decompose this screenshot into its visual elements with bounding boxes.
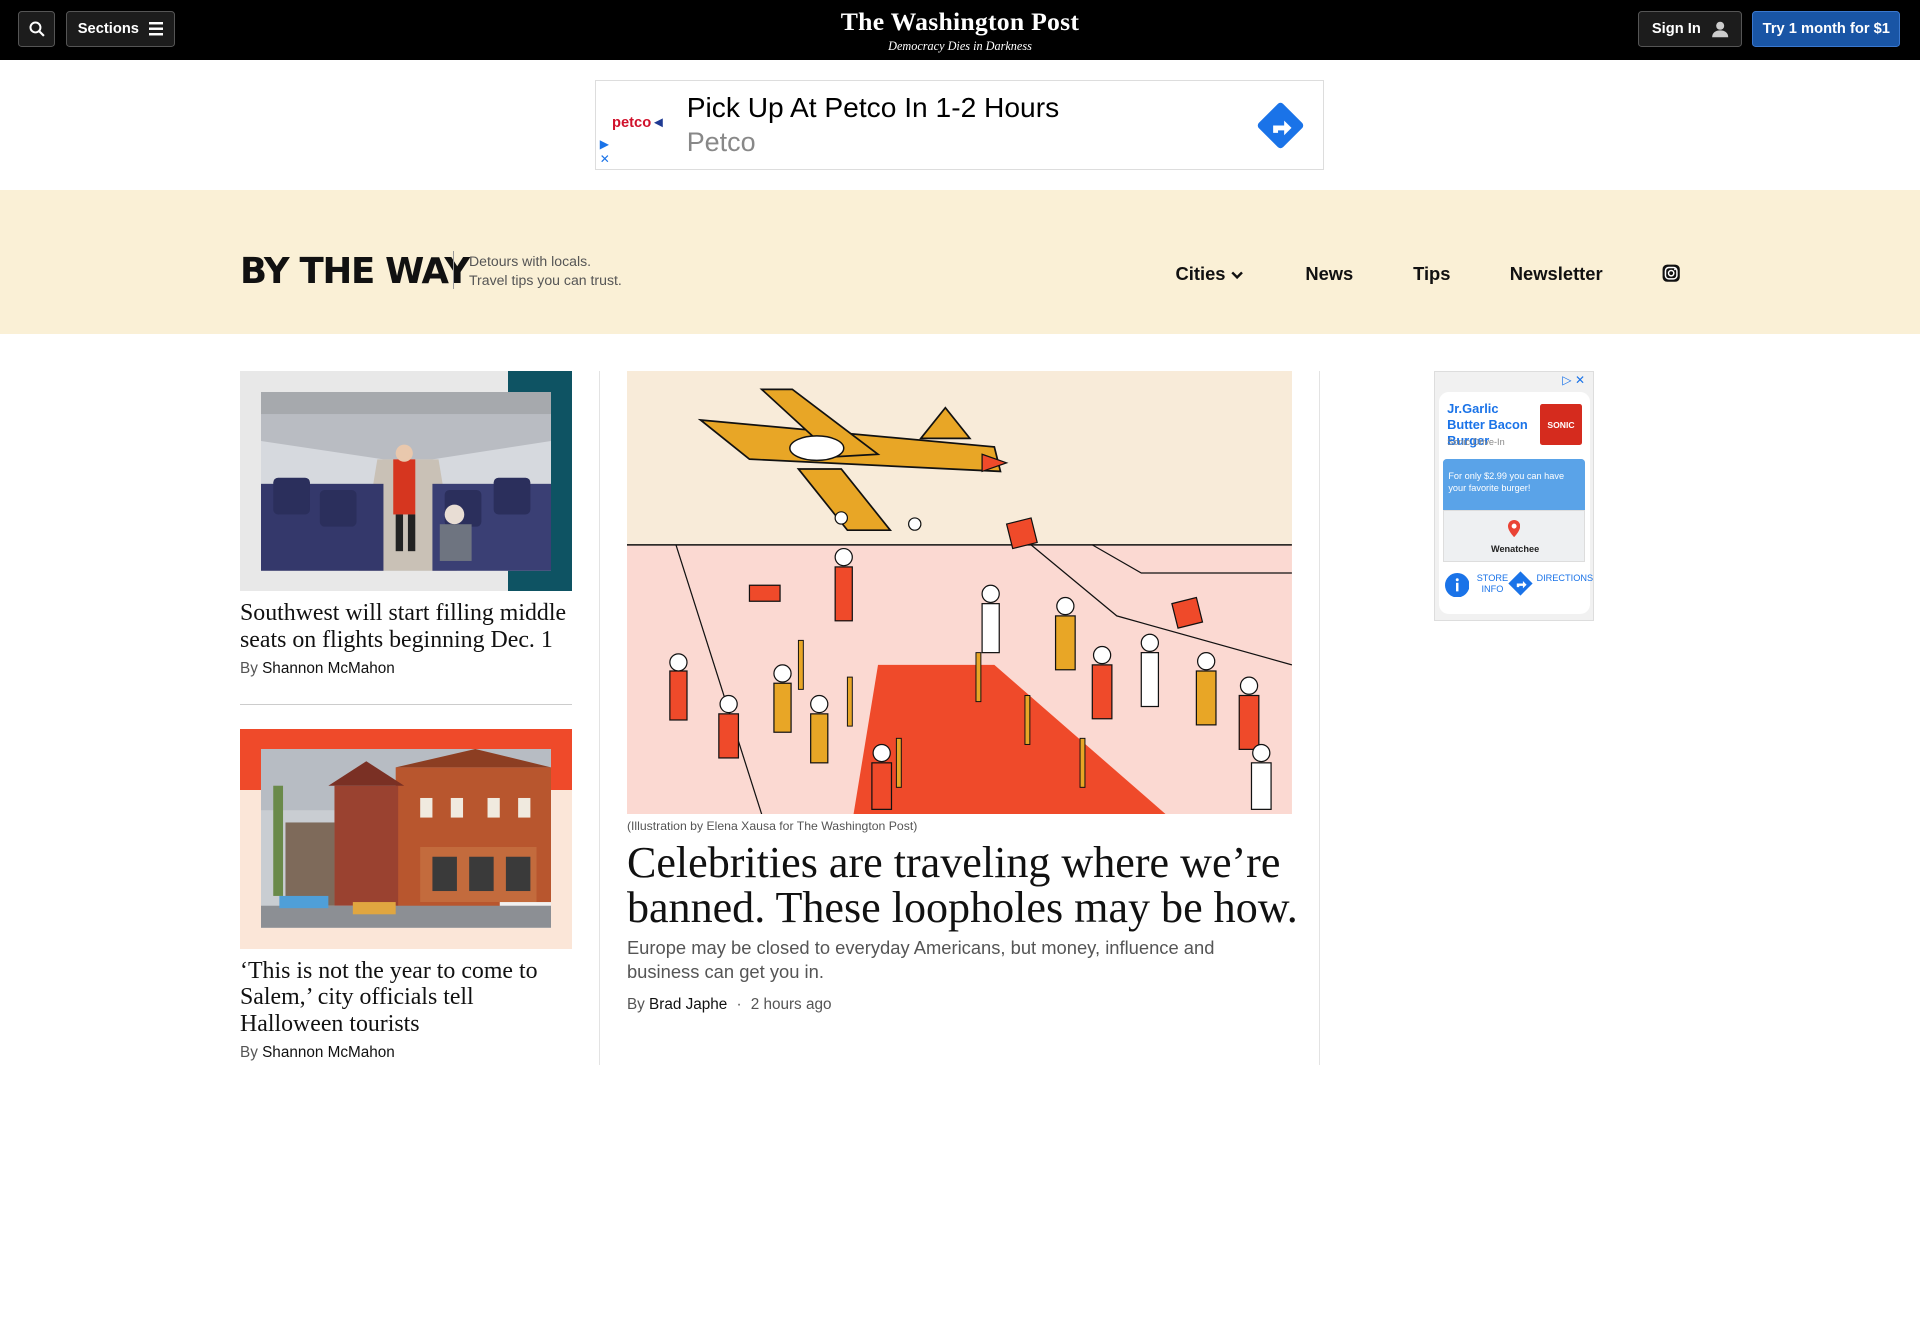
ad-source: Sonic Drive-In xyxy=(1447,436,1505,447)
column-divider-right xyxy=(1318,371,1320,1066)
user-icon xyxy=(1711,21,1728,37)
byline-southwest: By Shannon McMahon xyxy=(240,660,395,678)
site-motto: Democracy Dies in Darkness xyxy=(888,38,1032,53)
hero-illustration[interactable] xyxy=(626,371,1292,815)
nav-newsletter[interactable]: Newsletter xyxy=(1510,263,1603,285)
hero-byline: By Brad Japhe · 2 hours ago xyxy=(627,996,832,1014)
ad-choices-icon[interactable]: ▷ ✕ xyxy=(1562,373,1585,387)
nav-tips[interactable]: Tips xyxy=(1413,263,1450,285)
byline-salem: By Shannon McMahon xyxy=(240,1044,395,1062)
author-link[interactable]: Brad Japhe xyxy=(649,996,727,1013)
hero-caption: (Illustration by Elena Xausa for The Was… xyxy=(626,819,918,834)
directions-link[interactable]: DIRECTIONS xyxy=(1537,573,1594,584)
map-city-label: Wenatchee xyxy=(1490,544,1540,555)
instagram-icon[interactable] xyxy=(1662,264,1680,283)
store-info-link[interactable]: STORE INFO xyxy=(1474,573,1511,595)
side-advertisement[interactable]: ▷ ✕ Jr.Garlic Butter Bacon Burger Sonic … xyxy=(1433,371,1595,621)
masthead: The Washington Post Democracy Dies in Da… xyxy=(0,7,1920,53)
ad-choices-icon[interactable]: ▶ ✕ xyxy=(600,137,610,166)
salem-street-photo xyxy=(260,749,552,929)
airplane-cabin-photo xyxy=(260,391,552,571)
sign-in-button[interactable]: Sign In xyxy=(1638,11,1743,47)
nav-news[interactable]: News xyxy=(1305,263,1353,285)
directions-icon[interactable] xyxy=(1507,570,1534,597)
author-link[interactable]: Shannon McMahon xyxy=(262,660,395,677)
ad-map: Wenatchee xyxy=(1443,510,1586,562)
ad-brand: Petco xyxy=(686,127,756,158)
site-logo[interactable]: The Washington Post xyxy=(0,7,1920,37)
tagline-line-2: Travel tips you can trust. xyxy=(468,271,622,288)
nav-cities-label: Cities xyxy=(1175,263,1226,285)
story-divider xyxy=(240,704,572,706)
sonic-logo: SONIC xyxy=(1540,403,1582,446)
top-navigation-bar: Sections The Washington Post Democracy D… xyxy=(0,0,1920,60)
sign-in-label: Sign In xyxy=(1651,20,1701,37)
top-advertisement[interactable]: petco◄ Pick Up At Petco In 1-2 Hours Pet… xyxy=(595,79,1324,171)
byline-separator: · xyxy=(736,995,742,1013)
info-icon[interactable] xyxy=(1444,572,1470,598)
ad-promo-text: For only $2.99 you can have your favorit… xyxy=(1443,458,1586,511)
section-tagline: Detours with locals. Travel tips you can… xyxy=(469,252,622,289)
story-title-southwest[interactable]: Southwest will start filling middle seat… xyxy=(240,600,572,654)
story-title-salem[interactable]: ‘This is not the year to come to Salem,’… xyxy=(240,958,572,1039)
ad-card: Jr.Garlic Butter Bacon Burger Sonic Driv… xyxy=(1438,391,1593,615)
chevron-down-icon xyxy=(1230,272,1243,280)
ad-headline: Pick Up At Petco In 1-2 Hours xyxy=(686,91,1060,123)
nav-cities[interactable]: Cities xyxy=(1176,263,1243,285)
tagline-line-1: Detours with locals. xyxy=(468,253,592,270)
byline-prefix: By xyxy=(240,660,258,677)
petco-logo: petco◄ xyxy=(612,115,666,131)
story-image-southwest[interactable] xyxy=(240,371,572,592)
map-pin-icon xyxy=(1508,519,1521,538)
hero-summary: Europe may be closed to everyday America… xyxy=(626,936,1215,982)
directions-arrow-icon[interactable] xyxy=(1256,101,1305,150)
logo-divider xyxy=(453,251,455,289)
publish-time: 2 hours ago xyxy=(750,995,832,1013)
column-divider-left xyxy=(598,371,600,1066)
petco-logo-text: petco xyxy=(612,114,652,131)
hero-headline[interactable]: Celebrities are traveling where we’re ba… xyxy=(627,840,1313,931)
subscribe-trial-button[interactable]: Try 1 month for $1 xyxy=(1752,11,1901,47)
dog-icon: ◄ xyxy=(651,114,666,131)
author-link[interactable]: Shannon McMahon xyxy=(262,1044,395,1061)
byline-prefix: By xyxy=(240,1044,258,1062)
by-the-way-logo[interactable]: BY THE WAY xyxy=(240,251,470,292)
story-image-salem[interactable] xyxy=(240,728,572,949)
byline-prefix: By xyxy=(626,995,645,1013)
